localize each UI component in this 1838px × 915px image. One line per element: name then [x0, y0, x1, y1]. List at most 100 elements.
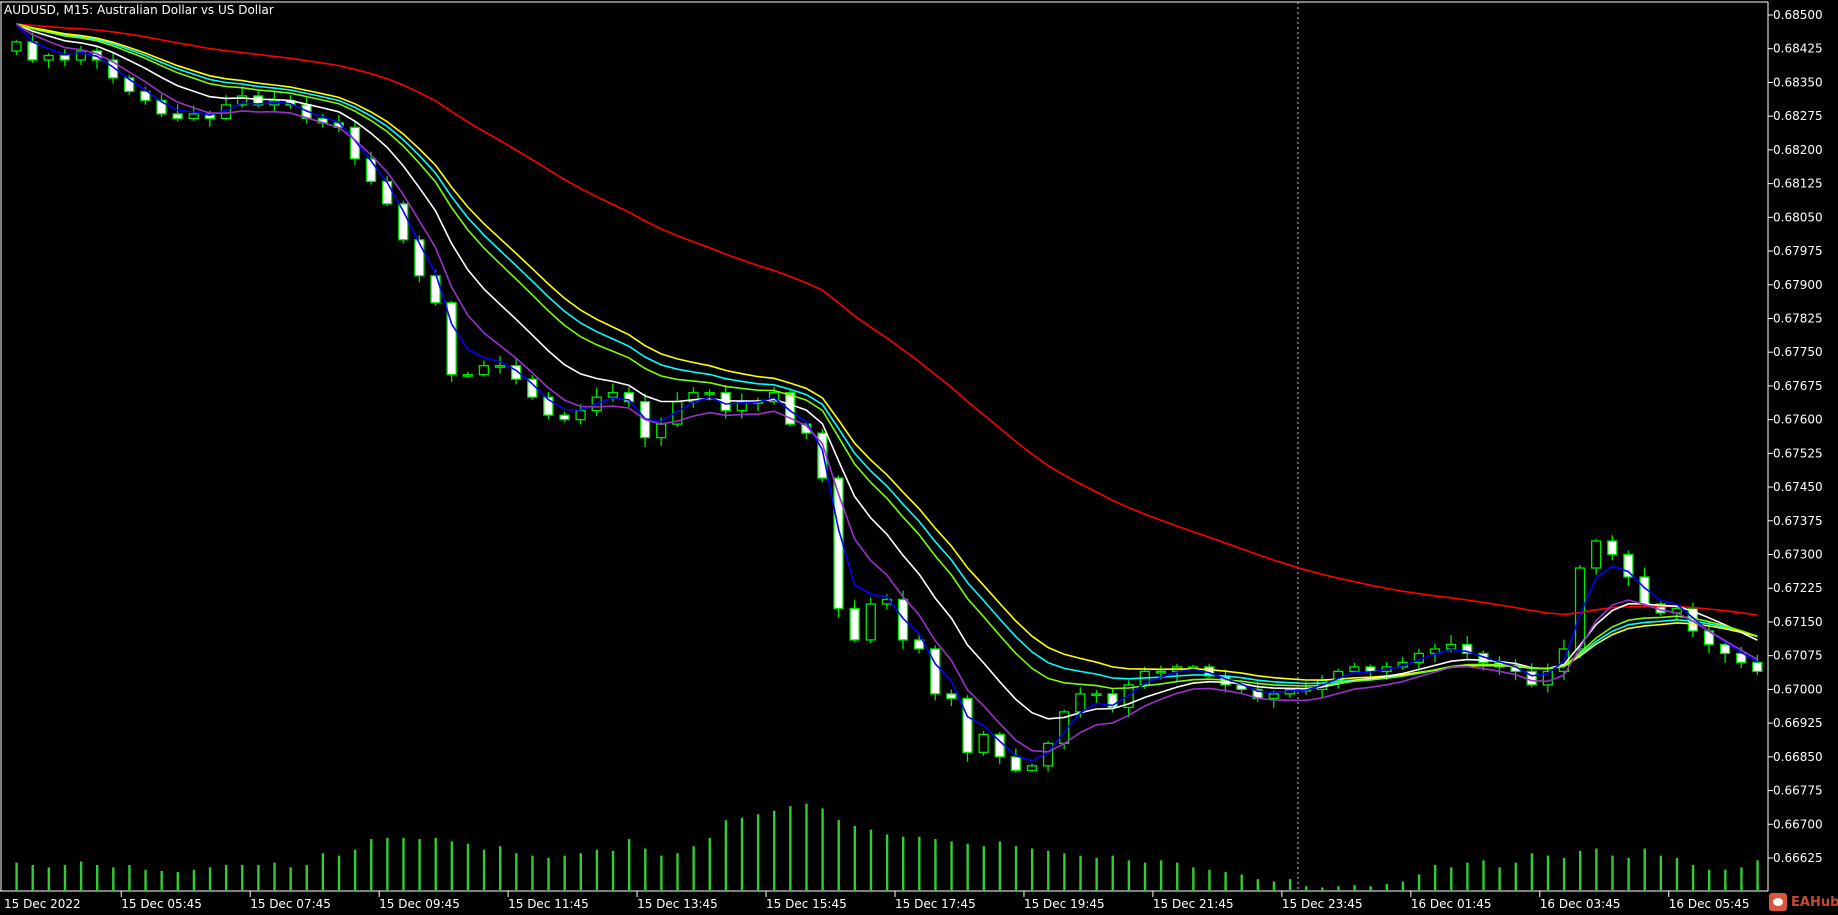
volume-bar: [1450, 867, 1453, 891]
volume-bar: [1127, 860, 1131, 891]
price-label: 0.66700: [1773, 817, 1823, 831]
candle: [1220, 669, 1231, 693]
time-label: 16 Dec 01:45: [1411, 897, 1492, 911]
volume-bar: [1675, 857, 1679, 891]
candle-body: [398, 203, 409, 241]
candle-body: [656, 423, 667, 439]
candle-body: [1026, 765, 1038, 771]
price-label: 0.66850: [1773, 750, 1823, 764]
volume-bar: [1482, 860, 1485, 891]
candle-body: [1010, 756, 1021, 771]
volume-bar: [208, 867, 212, 891]
candle: [269, 91, 280, 112]
volume-bar: [1433, 865, 1437, 891]
candle: [494, 355, 506, 374]
volume-bar: [1466, 862, 1469, 891]
volume-bar: [31, 865, 34, 891]
time-label: 15 Dec 09:45: [379, 897, 460, 911]
volume-bar: [1256, 879, 1260, 891]
volume-bar: [1272, 881, 1276, 891]
candle: [172, 104, 183, 122]
candle: [107, 53, 119, 84]
price-label: 0.66625: [1773, 851, 1823, 865]
candle: [865, 597, 876, 644]
candle-body: [559, 414, 570, 421]
price-label: 0.67600: [1773, 413, 1823, 427]
volume-bar: [660, 855, 663, 891]
price-label: 0.67675: [1773, 379, 1823, 393]
candle: [994, 731, 1005, 764]
volume-bar: [1240, 874, 1243, 891]
candle: [43, 53, 54, 69]
candle-body: [188, 113, 199, 120]
volume-bar: [192, 869, 196, 891]
volume-bar: [176, 872, 179, 891]
candle-body: [849, 607, 860, 641]
volume-bar: [1724, 869, 1727, 891]
volume-bar: [144, 869, 147, 891]
time-label: 16 Dec 05:45: [1669, 897, 1750, 911]
price-label: 0.67825: [1773, 311, 1823, 325]
price-label: 0.68500: [1773, 8, 1823, 22]
volume-bar: [998, 841, 1002, 891]
candle-body: [1075, 693, 1086, 713]
candle-body: [43, 54, 54, 61]
volume-bar: [434, 837, 437, 891]
volume-bar: [1111, 855, 1114, 891]
price-chart[interactable]: 0.68500 0.68425 0.68350 0.68275 0.68200 0.681…: [0, 0, 1838, 915]
price-label: 0.68125: [1773, 177, 1823, 191]
candle: [833, 475, 844, 618]
candle-body: [1623, 553, 1634, 578]
volume-bar: [1192, 867, 1195, 891]
candle-body: [978, 733, 989, 753]
price-axis[interactable]: 0.68500 0.68425 0.68350 0.68275 0.68200 0.681…: [1768, 8, 1823, 865]
volume-bar: [950, 841, 953, 891]
volume-bar: [692, 846, 695, 891]
volume-bar: [112, 867, 115, 891]
candle-body: [865, 603, 876, 641]
volume-bar: [482, 849, 486, 891]
volume-bar: [499, 846, 502, 891]
candle: [156, 94, 167, 118]
time-label: 15 Dec 05:45: [121, 897, 202, 911]
price-label: 0.67225: [1773, 581, 1823, 595]
candle: [398, 200, 409, 244]
candle-body: [414, 239, 425, 277]
volume-bar: [756, 814, 760, 891]
volume-histogram: [15, 803, 1759, 891]
volume-bar: [1224, 872, 1227, 891]
ma-blue-line: [15, 23, 1758, 762]
volume-bar: [1369, 886, 1372, 891]
candle-body: [1752, 661, 1763, 673]
time-axis[interactable]: 15 Dec 2022 15 Dec 05:45 15 Dec 07:45 15 De…: [4, 891, 1749, 911]
volume-bar: [1176, 862, 1179, 891]
volume-bar: [676, 853, 679, 891]
volume-bar: [1305, 886, 1308, 891]
candle-body: [607, 392, 618, 398]
volume-bar: [1659, 855, 1663, 891]
chart-frame: [0, 1, 1769, 892]
candle: [930, 645, 941, 701]
volume-bar: [740, 817, 744, 891]
volume-bar: [1643, 848, 1646, 891]
moving-averages: [15, 23, 1758, 762]
candle: [946, 689, 957, 706]
price-label: 0.66925: [1773, 716, 1823, 730]
time-label: 15 Dec 15:45: [766, 897, 847, 911]
candle: [1091, 690, 1102, 704]
candle-body: [1607, 540, 1618, 556]
time-label: 15 Dec 21:45: [1153, 897, 1234, 911]
volume-bar: [789, 806, 792, 891]
volume-bar: [1740, 867, 1743, 891]
volume-bar: [79, 861, 83, 891]
volume-bar: [1611, 855, 1614, 891]
volume-bar: [966, 843, 969, 891]
time-label: 16 Dec 03:45: [1540, 897, 1621, 911]
volume-bar: [273, 862, 276, 891]
candle-body: [1091, 693, 1102, 697]
price-label: 0.67450: [1773, 480, 1823, 494]
volume-bar: [1401, 881, 1405, 891]
volume-bar: [402, 837, 405, 891]
eahub-logo: EAHub: [1769, 893, 1838, 911]
candle-body: [494, 365, 506, 368]
